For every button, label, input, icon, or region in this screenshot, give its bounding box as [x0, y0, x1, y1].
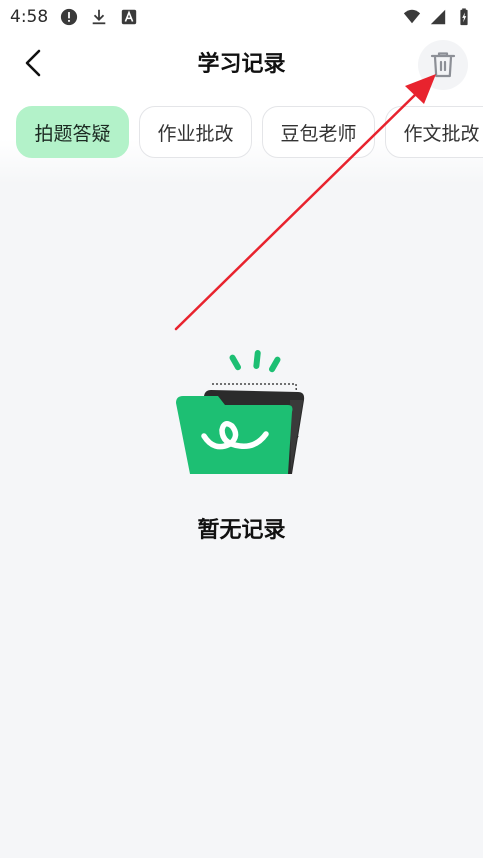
tab-label: 作业批改 [157, 122, 234, 145]
font-icon [121, 9, 137, 25]
header: 学习记录 [0, 34, 483, 90]
status-left: 4:58 [10, 7, 138, 27]
trash-icon [430, 52, 456, 78]
wifi-icon [403, 9, 421, 24]
tab-label: 拍题答疑 [34, 122, 111, 145]
tab-essay-grading[interactable]: 作文批改 [385, 106, 483, 158]
category-tabs: 拍题答疑 作业批改 豆包老师 作文批改 [0, 106, 483, 162]
delete-button[interactable] [418, 40, 468, 90]
download-icon [92, 9, 106, 25]
alert-icon [61, 8, 78, 26]
empty-folder-icon [176, 350, 305, 474]
battery-icon [460, 8, 468, 26]
tab-homework-grading[interactable]: 作业批改 [139, 106, 252, 158]
tab-doubao-teacher[interactable]: 豆包老师 [262, 106, 375, 158]
tab-photo-qa[interactable]: 拍题答疑 [16, 106, 129, 158]
signal-icon [430, 9, 446, 25]
tab-label: 豆包老师 [280, 122, 357, 145]
empty-state-text: 暂无记录 [197, 518, 286, 543]
status-bar: 4:58 [0, 0, 483, 34]
status-time: 4:58 [10, 7, 49, 27]
tab-label: 作文批改 [403, 122, 480, 145]
status-right [403, 8, 473, 26]
page-title: 学习记录 [197, 52, 286, 77]
